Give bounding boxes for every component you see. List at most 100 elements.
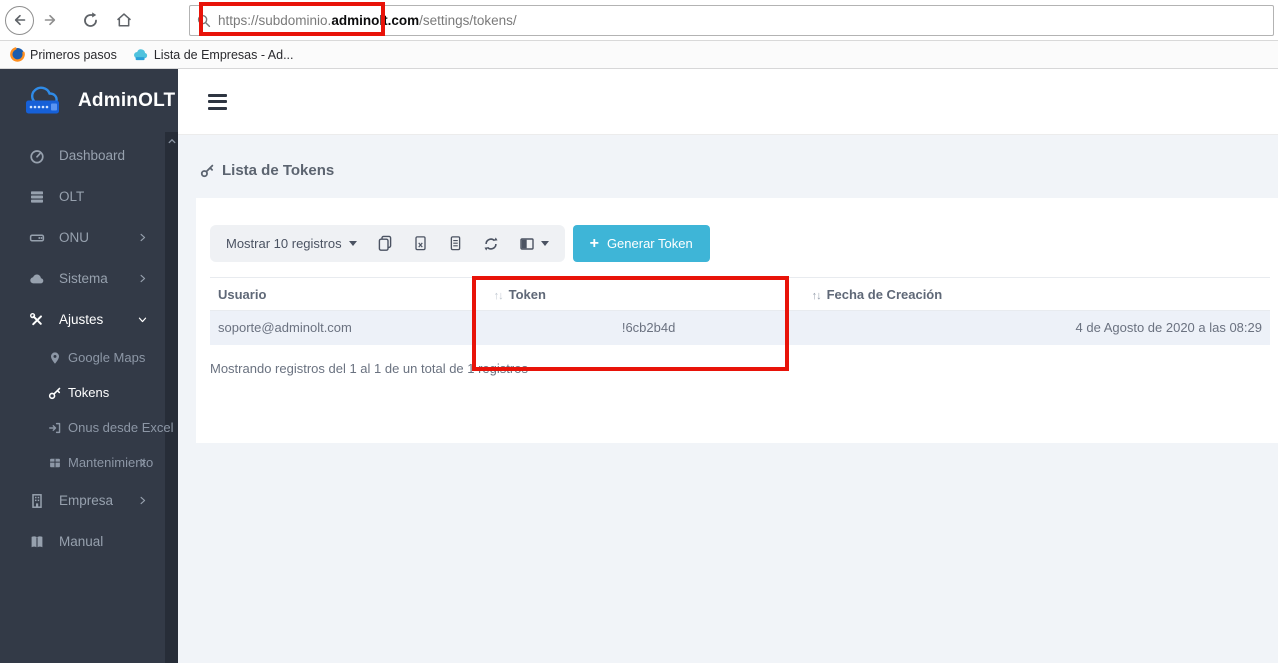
reload-button[interactable] <box>77 7 103 33</box>
sidebar-item-manual[interactable]: Manual <box>0 521 178 562</box>
sidebar-item-google-maps[interactable]: Google Maps <box>0 340 178 375</box>
book-icon <box>29 534 45 550</box>
bookmark-lista-empresas[interactable]: Lista de Empresas - Ad... <box>133 48 294 62</box>
page-title-text: Lista de Tokens <box>222 162 335 179</box>
column-label: Fecha de Creación <box>826 286 943 302</box>
brand-logo[interactable]: AdminOLT <box>0 69 178 132</box>
table-header-row: Usuario ↑↓ Token ↑↓ Fecha de Creación <box>210 277 1270 311</box>
back-button[interactable] <box>5 5 34 35</box>
tokens-card: Mostrar 10 registros + Generar Token Usu… <box>196 198 1278 443</box>
bookmark-label: Lista de Empresas - Ad... <box>153 47 294 62</box>
show-entries-dropdown[interactable]: Mostrar 10 registros <box>226 236 357 251</box>
sidebar: AdminOLT Dashboard OLT ONU Sistema Ajust… <box>0 69 178 663</box>
sidebar-item-tokens[interactable]: Tokens <box>0 375 178 410</box>
generate-token-button[interactable]: + Generar Token <box>572 225 710 262</box>
key-icon <box>200 164 214 178</box>
key-icon <box>48 386 63 400</box>
table-row: soporte@adminolt.com !6cb2b4d 4 de Agost… <box>210 310 1270 345</box>
column-visibility-button[interactable] <box>519 236 549 252</box>
datatable-toolbar: Mostrar 10 registros <box>210 225 565 262</box>
reload-icon <box>83 11 97 27</box>
url-text: https://subdominio.adminolt.com/settings… <box>218 13 517 28</box>
show-entries-label: Mostrar 10 registros <box>226 236 342 251</box>
sidebar-item-label: ONU <box>59 230 89 245</box>
chevron-right-icon <box>137 232 148 243</box>
column-header-fecha[interactable]: ↑↓ Fecha de Creación <box>803 277 1270 311</box>
cell-usuario: soporte@adminolt.com <box>218 320 352 336</box>
forward-arrow-icon <box>44 14 56 26</box>
column-label: Token <box>508 286 546 302</box>
column-header-usuario[interactable]: Usuario <box>210 277 486 311</box>
sidebar-item-olt[interactable]: OLT <box>0 176 178 217</box>
sidebar-toggle-button[interactable] <box>208 93 227 110</box>
sort-icon: ↑↓ <box>811 289 822 302</box>
url-path: /settings/tokens/ <box>419 13 517 28</box>
server-icon <box>29 189 45 205</box>
main-area: Lista de Tokens Mostrar 10 registros + G… <box>178 69 1278 663</box>
table-controls: Mostrar 10 registros + Generar Token <box>210 225 1270 262</box>
sidebar-item-sistema[interactable]: Sistema <box>0 258 178 299</box>
content-area: Lista de Tokens Mostrar 10 registros + G… <box>178 135 1278 663</box>
bookmark-label: Primeros pasos <box>30 47 117 62</box>
sign-in-icon <box>48 421 63 435</box>
sidebar-item-label: Dashboard <box>59 148 126 163</box>
app-window: AdminOLT Dashboard OLT ONU Sistema Ajust… <box>0 69 1278 663</box>
home-icon <box>117 13 131 27</box>
bookmarks-bar: Primeros pasos Lista de Empresas - Ad... <box>0 41 1278 69</box>
building-icon <box>29 493 45 509</box>
cell-fecha: 4 de Agosto de 2020 a las 08:29 <box>1075 320 1263 336</box>
table-info: Mostrando registros del 1 al 1 de un tot… <box>210 360 528 376</box>
hdd-icon <box>29 230 45 246</box>
chevron-right-icon <box>137 273 148 284</box>
tokens-table: Usuario ↑↓ Token ↑↓ Fecha de Creación sopo… <box>210 277 1270 345</box>
sidebar-item-onus-excel[interactable]: Onus desde Excel <box>0 410 178 445</box>
sidebar-item-dashboard[interactable]: Dashboard <box>0 135 178 176</box>
copy-icon <box>378 235 391 251</box>
firefox-icon <box>10 47 25 62</box>
sidebar-item-label: Sistema <box>59 271 108 286</box>
copy-button[interactable] <box>377 235 393 252</box>
adminolt-logo-icon <box>26 86 59 114</box>
sidebar-item-label: Empresa <box>59 493 114 508</box>
cloud-icon <box>29 271 45 287</box>
export-excel-button[interactable] <box>413 235 428 252</box>
plus-icon: + <box>589 234 599 252</box>
caret-down-icon <box>540 241 549 246</box>
chevron-right-icon <box>137 457 148 468</box>
forward-button[interactable] <box>37 7 63 33</box>
export-file-button[interactable] <box>448 235 463 252</box>
chevron-down-icon <box>137 314 148 325</box>
sidebar-menu: Dashboard OLT ONU Sistema Ajustes Google… <box>0 132 178 562</box>
generate-token-label: Generar Token <box>606 236 693 251</box>
column-header-token[interactable]: ↑↓ Token <box>485 277 804 311</box>
search-icon <box>197 14 211 27</box>
columns-icon <box>519 237 534 250</box>
sidebar-item-label: Manual <box>59 534 104 549</box>
url-prefix: https://subdominio. <box>218 13 332 28</box>
bookmark-primeros-pasos[interactable]: Primeros pasos <box>10 47 117 62</box>
sidebar-item-empresa[interactable]: Empresa <box>0 480 178 521</box>
cell-token: !6cb2b4d <box>621 320 676 336</box>
refresh-button[interactable] <box>483 236 499 252</box>
sidebar-item-label: Google Maps <box>68 350 146 365</box>
sidebar-item-label: Ajustes <box>59 312 104 327</box>
home-button[interactable] <box>111 7 137 33</box>
sidebar-item-onu[interactable]: ONU <box>0 217 178 258</box>
column-label: Usuario <box>218 286 267 302</box>
sidebar-item-mantenimiento[interactable]: Mantenimiento <box>0 445 178 480</box>
tools-icon <box>29 312 45 328</box>
back-arrow-icon <box>14 14 25 26</box>
excel-file-icon <box>414 236 426 251</box>
file-lines-icon <box>450 236 460 251</box>
sidebar-item-label: OLT <box>59 189 85 204</box>
sidebar-item-label: Tokens <box>68 385 110 400</box>
map-marker-icon <box>48 351 63 365</box>
sidebar-item-label: Onus desde Excel <box>68 420 174 435</box>
url-bar[interactable]: https://subdominio.adminolt.com/settings… <box>189 5 1274 36</box>
refresh-icon <box>484 237 498 250</box>
page-title: Lista de Tokens <box>178 135 1278 179</box>
adminolt-favicon-icon <box>133 48 147 60</box>
sidebar-item-ajustes[interactable]: Ajustes <box>0 299 178 340</box>
url-domain: adminolt.com <box>331 13 420 28</box>
screen: https://subdominio.adminolt.com/settings… <box>0 0 1278 663</box>
